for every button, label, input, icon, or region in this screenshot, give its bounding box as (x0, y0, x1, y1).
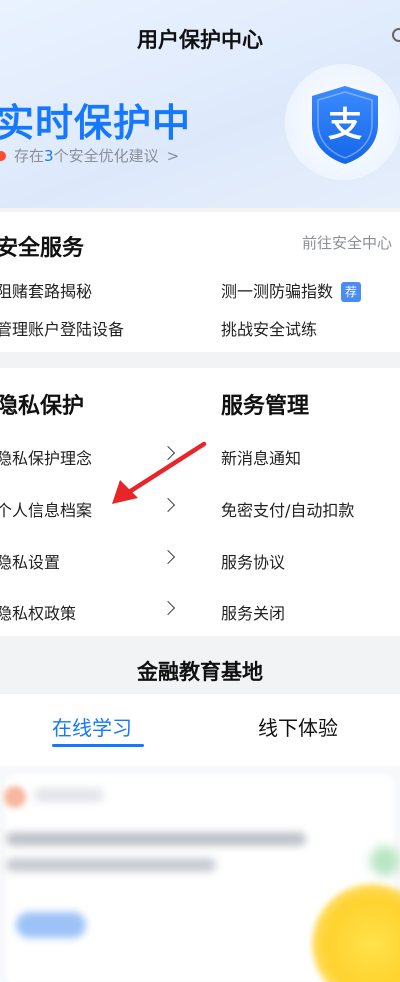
shield-glyph: 支 (328, 105, 362, 145)
course-title-line (6, 832, 306, 846)
course-title-line-2 (6, 858, 216, 872)
chevron-right-icon (160, 600, 176, 616)
course-logo-icon (4, 786, 26, 808)
recommend-badge: 荐 (341, 282, 362, 302)
course-source-line (34, 788, 104, 802)
service-item-close[interactable]: 服务关闭 (221, 600, 285, 624)
annotation-arrow-icon (112, 441, 207, 504)
section-title-service-management: 服务管理 (221, 394, 310, 419)
course-preview-area (0, 766, 400, 982)
section-title-privacy: 隐私保护 (0, 394, 85, 419)
privacy-item-settings[interactable]: 隐私设置 (0, 549, 60, 573)
suggestion-prefix: 存在 (14, 147, 45, 165)
security-services-card: 安全服务 前往安全中心 阻赌套路揭秘 测一测防骗指数荐 管理账户登陆设备 挑战安… (0, 212, 400, 352)
education-title: 金融教育基地 (137, 660, 263, 684)
service-item-notifications[interactable]: 新消息通知 (221, 445, 301, 469)
service-item-gambling[interactable]: 阻赌套路揭秘 (0, 278, 92, 302)
education-tabs: 在线学习 线下体验 (0, 694, 400, 766)
chevron-right-icon (160, 549, 176, 565)
course-button[interactable] (16, 912, 86, 938)
privacy-item-personal-info[interactable]: 个人信息档案 (0, 497, 92, 521)
privacy-item-philosophy[interactable]: 隐私保护理念 (0, 445, 92, 469)
alipay-shield-icon: 支 (312, 86, 378, 164)
decor-leaf-icon (370, 846, 400, 876)
section-title-security: 安全服务 (0, 236, 85, 261)
suggestion-count: 3 (44, 146, 54, 165)
page-title: 用户保护中心 (137, 28, 263, 52)
chevron-right-icon: > (166, 146, 180, 165)
service-item-devices[interactable]: 管理账户登陆设备 (0, 316, 124, 340)
suggestion-suffix: 个安全优化建议 (53, 147, 159, 165)
service-item-fraud-test[interactable]: 测一测防骗指数荐 (221, 278, 362, 302)
active-tab-indicator (52, 744, 144, 747)
protection-status-title: 实时保护中 (0, 101, 192, 145)
service-item-autopay[interactable]: 免密支付/自动扣款 (221, 497, 354, 521)
tab-offline-experience[interactable]: 线下体验 (258, 712, 338, 741)
optimization-suggestions-link[interactable]: 存在 3 个安全优化建议 > (0, 145, 179, 166)
tab-online-learning[interactable]: 在线学习 (52, 712, 132, 741)
more-icon[interactable] (392, 28, 400, 42)
service-item-fraud-test-label: 测一测防骗指数 (221, 282, 334, 301)
go-security-center-link[interactable]: 前往安全中心 (302, 232, 392, 253)
privacy-item-policy[interactable]: 隐私权政策 (0, 600, 76, 624)
service-item-security-challenge[interactable]: 挑战安全试练 (221, 316, 317, 340)
alert-dot-icon (0, 150, 6, 161)
service-item-agreement[interactable]: 服务协议 (221, 549, 285, 573)
